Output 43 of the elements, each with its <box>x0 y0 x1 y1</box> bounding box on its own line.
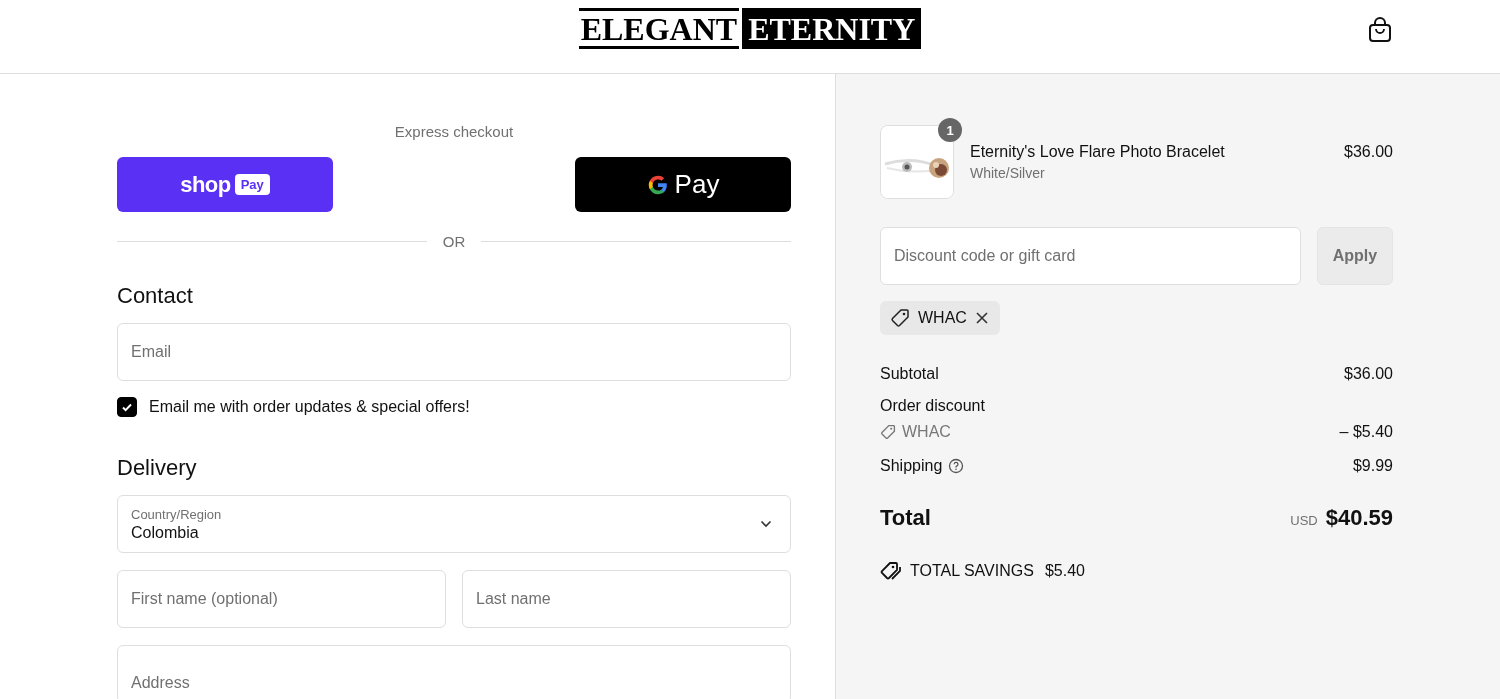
g-logo-icon <box>646 173 669 196</box>
summary-label: Order discount <box>880 397 985 415</box>
country-select[interactable]: Country/Region Colombia <box>117 495 791 553</box>
logo[interactable]: ELEGANT ETERNITY <box>578 8 922 49</box>
apply-button[interactable]: Apply <box>1317 227 1393 285</box>
help-icon[interactable] <box>948 458 965 474</box>
delivery-heading: Delivery <box>117 455 198 481</box>
discount-code: WHAC <box>918 309 967 327</box>
first-name-field[interactable]: First name (optional) <box>117 570 446 628</box>
or-divider-text: OR <box>442 233 466 250</box>
checkbox[interactable] <box>117 397 137 417</box>
express-checkout-title: Express checkout <box>393 123 515 140</box>
summary-value: $9.99 <box>1352 457 1393 475</box>
google-pay-button[interactable]: Pay <box>575 157 791 212</box>
summary-label: WHAC <box>902 423 951 441</box>
discount-code-field[interactable]: Discount code or gift card <box>880 227 1301 285</box>
shopping-bag-icon[interactable] <box>1368 17 1392 43</box>
total-amount: $40.59 <box>1325 505 1393 531</box>
email-field[interactable]: Email <box>117 323 791 381</box>
contact-heading: Contact <box>117 283 194 309</box>
checkbox-label: Email me with order updates & special offers! <box>149 398 470 416</box>
summary-label: Subtotal <box>880 365 939 383</box>
close-icon[interactable] <box>974 311 989 325</box>
summary-value: – $5.40 <box>1339 423 1393 441</box>
total-label: Total <box>880 505 931 531</box>
shop-pay-button[interactable]: shop Pay <box>117 157 333 212</box>
summary-value: $36.00 <box>1344 365 1393 383</box>
product-price: $36.00 <box>1344 143 1393 161</box>
total-savings-label: TOTAL SAVINGS <box>910 562 1034 580</box>
product-variant: White/Silver <box>970 165 1046 181</box>
address-field[interactable]: Address <box>117 645 791 699</box>
logo-text: ETERNITY <box>742 8 922 49</box>
logo-text: ELEGANT <box>578 8 740 49</box>
chevron-down-icon <box>760 520 772 528</box>
summary-label: Shipping <box>880 457 943 475</box>
total-savings-amount: $5.40 <box>1044 562 1085 580</box>
tag-icon <box>890 308 910 328</box>
last-name-field[interactable]: Last name <box>462 570 791 628</box>
tag-icon <box>880 424 896 440</box>
product-name: Eternity's Love Flare Photo Bracelet <box>970 143 1226 161</box>
currency-code: USD <box>1290 513 1318 528</box>
tags-icon <box>880 561 902 581</box>
quantity-badge: 1 <box>938 118 962 142</box>
